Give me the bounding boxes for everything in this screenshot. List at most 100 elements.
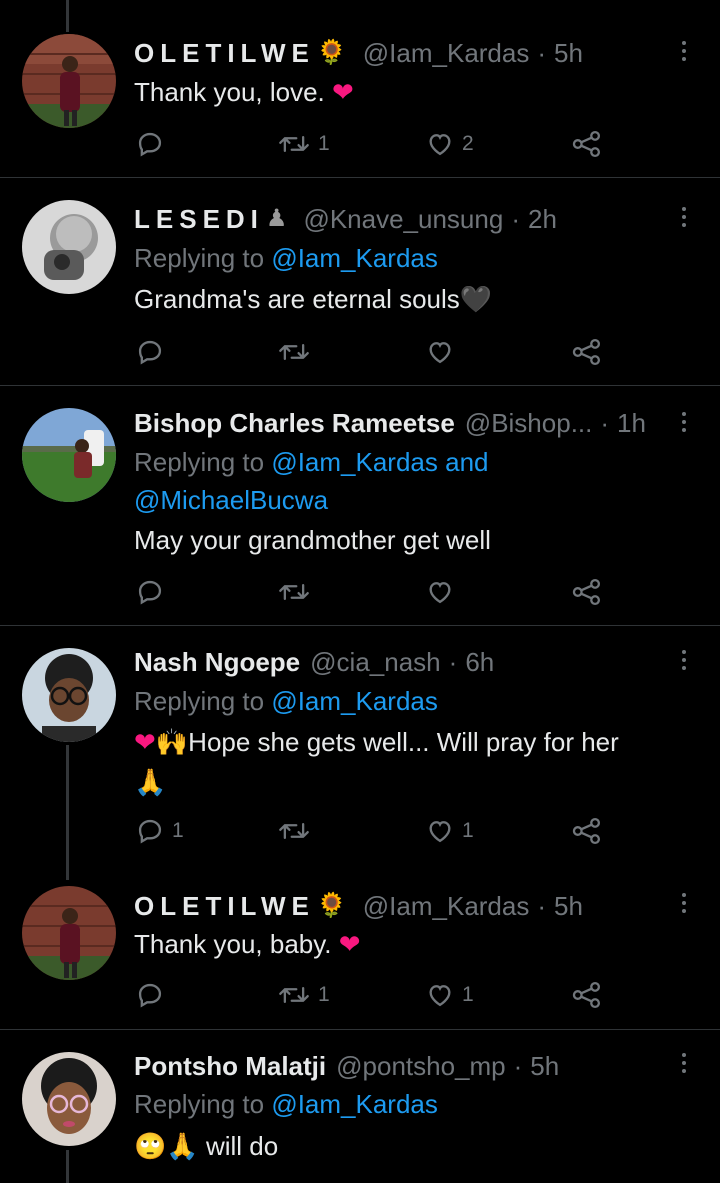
tweet[interactable]: Bishop Charles Rameetse @Bishop... · 1h … [0, 386, 720, 626]
share-button[interactable] [572, 127, 602, 161]
separator: · [537, 38, 547, 68]
display-name[interactable]: Pontsho Malatji [134, 1049, 326, 1083]
replying-prefix: Replying to [134, 447, 265, 477]
separator: · [600, 408, 610, 438]
retweet-icon [279, 823, 309, 839]
mention-link[interactable]: @Iam_Kardas and [271, 447, 488, 477]
reply-icon [138, 819, 162, 844]
separator: · [511, 204, 520, 234]
handle[interactable]: @Knave_unsung [303, 202, 503, 236]
tweet[interactable]: OLETILWE 🌻 @Iam_Kardas · 5h Thank you, b… [0, 864, 720, 1030]
timestamp[interactable]: 1h [617, 406, 646, 440]
like-button[interactable] [426, 575, 462, 609]
replying-to: Replying to @Iam_Kardas [134, 682, 700, 720]
replying-to: Replying to @Iam_Kardas [134, 239, 700, 277]
mention-link[interactable]: @MichaelBucwa [134, 485, 328, 515]
separator: · [448, 647, 458, 677]
praying-hands-icon: 🙏 [134, 767, 167, 797]
like-button[interactable]: 1 [426, 814, 474, 848]
retweet-button[interactable] [278, 814, 318, 848]
display-name[interactable]: OLETILWE [134, 889, 315, 923]
handle[interactable]: @pontsho_mp [336, 1049, 506, 1083]
retweet-count: 1 [318, 132, 330, 155]
avatar[interactable] [22, 1052, 116, 1146]
timestamp[interactable]: 6h [465, 645, 494, 679]
timestamp[interactable]: 5h [530, 1049, 559, 1083]
display-name[interactable]: LESEDI [134, 202, 264, 236]
mention-link[interactable]: @Iam_Kardas [271, 243, 438, 273]
replying-prefix: Replying to [134, 686, 265, 716]
tweet-text: Thank you, love. ❤ [134, 72, 690, 112]
mention-link[interactable]: @Iam_Kardas [271, 1089, 438, 1119]
like-count: 1 [462, 819, 474, 842]
display-name[interactable]: OLETILWE [134, 36, 315, 70]
tweet-text: May your grandmother get well [134, 520, 690, 560]
retweet-button[interactable]: 1 [278, 978, 330, 1012]
timestamp[interactable]: 2h [528, 202, 557, 236]
like-count: 2 [462, 132, 474, 155]
share-button[interactable] [572, 978, 602, 1012]
more-icon[interactable] [674, 888, 694, 918]
like-button[interactable]: 2 [426, 127, 474, 161]
share-button[interactable] [572, 575, 602, 609]
display-name[interactable]: Nash Ngoepe [134, 645, 300, 679]
like-button[interactable] [426, 335, 462, 369]
tweet[interactable]: Nash Ngoepe @cia_nash · 6h Replying to @… [0, 626, 720, 864]
tweet-text: Thank you, baby. ❤ [134, 924, 690, 964]
retweet-icon [279, 343, 309, 360]
retweet-button[interactable] [278, 335, 318, 369]
avatar[interactable] [22, 200, 116, 294]
tweet[interactable]: LESEDI ♟ @Knave_unsung · 2h Replying to … [0, 178, 720, 386]
like-icon [429, 821, 451, 843]
display-name[interactable]: Bishop Charles Rameetse [134, 406, 455, 440]
share-button[interactable] [572, 335, 602, 369]
reply-button[interactable] [136, 127, 172, 161]
reply-count: 1 [172, 819, 184, 842]
tweet-body: Hope she gets well... Will pray for her [188, 727, 619, 757]
like-icon [429, 985, 451, 1007]
retweet-button[interactable] [278, 575, 318, 609]
timestamp[interactable]: 5h [554, 889, 583, 923]
share-icon [572, 338, 601, 366]
reply-button[interactable]: 1 [136, 814, 184, 848]
tweet-body: Thank you, baby. [134, 929, 332, 959]
more-icon[interactable] [674, 1048, 694, 1078]
avatar[interactable] [22, 34, 116, 128]
replying-to: Replying to @Iam_Kardas [134, 1085, 700, 1123]
tweet[interactable]: Pontsho Malatji @pontsho_mp · 5h Replyin… [0, 1030, 720, 1183]
reply-button[interactable] [136, 335, 172, 369]
more-icon[interactable] [674, 202, 694, 232]
separator: · [537, 891, 547, 921]
tweet-text: Grandma's are eternal souls🖤 [134, 279, 690, 319]
avatar[interactable] [22, 648, 116, 742]
tweet[interactable]: OLETILWE 🌻 @Iam_Kardas · 5h Thank you, l… [0, 0, 720, 178]
retweet-count: 1 [318, 983, 330, 1006]
handle[interactable]: @cia_nash [310, 645, 440, 679]
share-icon [572, 817, 601, 845]
separator: · [513, 1051, 523, 1081]
mention-link[interactable]: @Iam_Kardas [271, 686, 438, 716]
reply-icon [138, 132, 162, 157]
share-button[interactable] [572, 814, 602, 848]
more-icon[interactable] [674, 645, 694, 675]
retweet-button[interactable]: 1 [278, 127, 330, 161]
reply-icon [138, 340, 162, 365]
more-icon[interactable] [674, 36, 694, 66]
like-icon [429, 134, 451, 156]
chess-pawn-icon: ♟ [265, 205, 288, 232]
handle[interactable]: @Iam_Kardas [363, 889, 530, 923]
reply-button[interactable] [136, 575, 172, 609]
avatar[interactable] [22, 886, 116, 980]
like-button[interactable]: 1 [426, 978, 474, 1012]
handle[interactable]: @Iam_Kardas [363, 36, 530, 70]
like-count: 1 [462, 983, 474, 1006]
timestamp[interactable]: 5h [554, 36, 583, 70]
replying-prefix: Replying to [134, 243, 265, 273]
like-icon [429, 582, 451, 604]
more-icon[interactable] [674, 407, 694, 437]
reply-icon [138, 580, 162, 605]
red-heart-icon: ❤ [332, 77, 354, 107]
avatar[interactable] [22, 408, 116, 502]
handle[interactable]: @Bishop... [465, 406, 593, 440]
reply-button[interactable] [136, 978, 172, 1012]
